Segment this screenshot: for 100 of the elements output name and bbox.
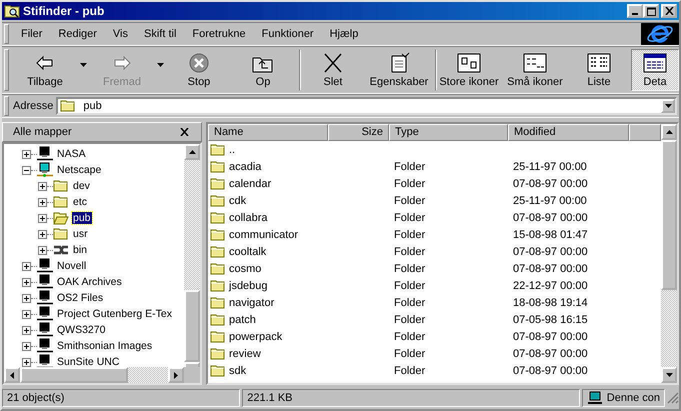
expand-icon[interactable] (22, 262, 31, 270)
large-icons-icon (456, 52, 482, 74)
tree-item[interactable]: pub (72, 212, 92, 224)
tree-item[interactable]: dev (72, 180, 91, 192)
resize-grip-icon[interactable] (667, 392, 679, 404)
menu-item[interactable]: Hjælp (322, 28, 366, 40)
computer-icon (37, 146, 53, 162)
folder-icon (210, 330, 226, 344)
file-name[interactable]: collabra (229, 212, 268, 224)
table-cell: Folder (394, 330, 426, 342)
expand-icon[interactable] (22, 310, 31, 318)
tree-item[interactable]: OAK Archives (56, 276, 123, 288)
computer-icon (37, 338, 53, 354)
file-name[interactable]: navigator (229, 296, 274, 308)
expand-icon[interactable] (22, 358, 31, 366)
folder-icon (210, 194, 226, 208)
small-icons-icon (522, 52, 548, 74)
file-name[interactable]: cdk (229, 194, 246, 206)
file-name[interactable]: review (229, 348, 261, 360)
file-name[interactable]: calendar (229, 178, 272, 190)
close-button[interactable] (661, 4, 677, 18)
folder-icon (210, 278, 226, 292)
table-cell: Folder (394, 348, 426, 360)
column-header[interactable]: Size (328, 124, 389, 141)
scroll-up-icon (666, 130, 672, 134)
table-cell: 07-08-97 00:00 (513, 330, 588, 342)
maximize-icon (646, 6, 656, 16)
vertical-scrollbar[interactable] (184, 144, 200, 367)
computer-icon (586, 391, 603, 405)
table-cell: 15-08-98 01:47 (513, 228, 588, 240)
folder-icon (210, 244, 226, 258)
tree-item[interactable]: Novell (56, 260, 88, 272)
horizontal-scrollbar[interactable] (4, 367, 200, 383)
scroll-left-icon (10, 372, 14, 378)
minimize-button[interactable] (627, 4, 643, 18)
address-field[interactable]: pub (56, 97, 677, 115)
file-name[interactable]: cosmo (229, 262, 262, 274)
file-name[interactable]: acadia (229, 160, 262, 172)
tree-item[interactable]: Smithsonian Images (56, 340, 154, 352)
expand-icon[interactable] (22, 278, 31, 286)
expand-icon[interactable] (38, 182, 47, 190)
folder-icon (53, 227, 69, 241)
dropdown-button[interactable] (661, 99, 675, 113)
tree-item[interactable]: etc (72, 196, 88, 208)
folder-icon (210, 160, 226, 174)
vertical-scrollbar[interactable] (661, 124, 677, 383)
folder-icon (210, 296, 226, 310)
file-name[interactable]: sdk (229, 364, 246, 376)
expand-icon[interactable] (38, 230, 47, 238)
tree-item[interactable]: bin (72, 244, 88, 256)
file-name[interactable]: jsdebug (229, 280, 268, 292)
menu-item[interactable]: Funktioner (254, 28, 322, 40)
menu-item[interactable]: Rediger (50, 28, 105, 40)
expand-icon[interactable] (38, 198, 47, 206)
menu-item[interactable]: Skift til (136, 28, 184, 40)
tree-item[interactable]: Project Gutenberg E-Tex (56, 308, 173, 320)
folder-icon (210, 176, 226, 190)
tree-item[interactable]: OS2 Files (56, 292, 104, 304)
explorer-icon (4, 4, 20, 18)
expand-icon[interactable] (22, 326, 31, 334)
computer-icon (37, 290, 53, 306)
list-icon (586, 52, 612, 74)
details-icon (642, 52, 668, 74)
table-cell: Folder (394, 246, 426, 258)
column-header[interactable]: Name (208, 124, 328, 141)
file-name[interactable]: .. (229, 144, 236, 156)
expand-icon[interactable] (22, 294, 31, 302)
collapse-icon[interactable] (22, 166, 31, 174)
tree-item[interactable]: Netscape (56, 164, 102, 176)
menu-item[interactable]: Filer (13, 28, 50, 40)
tree-item[interactable]: QWS3270 (56, 324, 106, 336)
file-name[interactable]: patch (229, 314, 256, 326)
folder-icon (210, 210, 226, 224)
table-cell: 07-08-97 00:00 (513, 212, 588, 224)
expand-icon[interactable] (38, 214, 47, 222)
table-cell: Folder (394, 296, 426, 308)
tree-item[interactable]: NASA (56, 148, 87, 160)
folder-icon (210, 228, 226, 242)
tree-item[interactable]: usr (72, 228, 89, 240)
column-header[interactable]: Type (389, 124, 508, 141)
tree-item[interactable]: SunSite UNC (56, 356, 120, 367)
expand-icon[interactable] (22, 150, 31, 158)
file-name[interactable]: cooltalk (229, 246, 266, 258)
expand-icon[interactable] (38, 246, 47, 254)
caret-icon (157, 63, 164, 67)
maximize-button[interactable] (643, 4, 659, 18)
column-header[interactable]: Modified (508, 124, 629, 141)
menu-item[interactable]: Foretrukne (184, 28, 254, 40)
expand-icon[interactable] (22, 342, 31, 350)
toolbar-button[interactable]: Deta (631, 49, 679, 91)
scrollbar-corner (184, 367, 200, 383)
table-cell: Folder (394, 194, 426, 206)
file-name[interactable]: communicator (229, 228, 298, 240)
caret-icon (664, 104, 672, 108)
file-name[interactable]: powerpack (229, 330, 282, 342)
close-icon (664, 7, 674, 15)
close-icon[interactable] (180, 128, 189, 136)
menu-item[interactable]: Vis (104, 28, 136, 40)
computer-icon (37, 258, 53, 274)
computer-icon (37, 322, 53, 338)
